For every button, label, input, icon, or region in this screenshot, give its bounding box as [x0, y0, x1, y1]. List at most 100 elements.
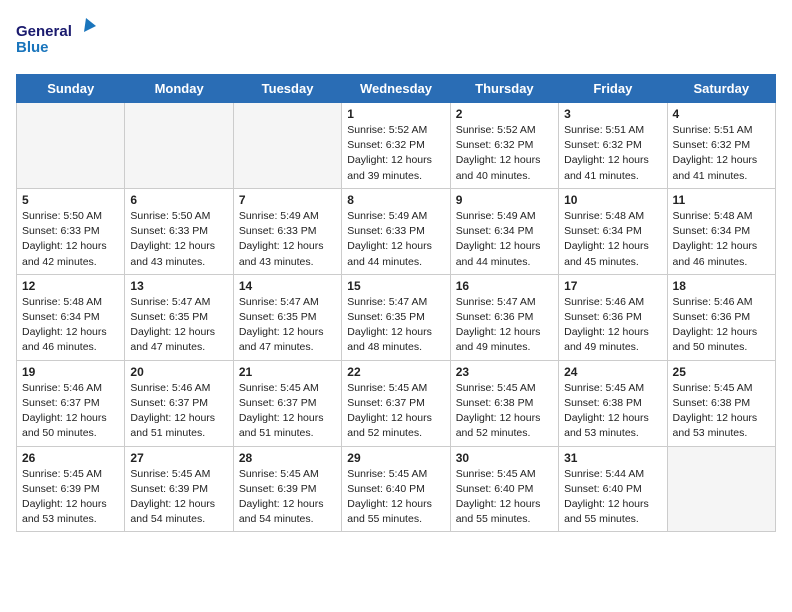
- calendar-cell: 20Sunrise: 5:46 AM Sunset: 6:37 PM Dayli…: [125, 360, 233, 446]
- day-header-monday: Monday: [125, 75, 233, 103]
- day-number: 22: [347, 365, 444, 379]
- calendar-cell: [233, 103, 341, 189]
- calendar-cell: [125, 103, 233, 189]
- day-number: 24: [564, 365, 661, 379]
- day-number: 30: [456, 451, 553, 465]
- calendar-cell: 1 Sunrise: 5:52 AM Sunset: 6:32 PM Daylig…: [342, 103, 450, 189]
- day-number: 14: [239, 279, 336, 293]
- day-number: 1: [347, 107, 444, 121]
- day-number: 6: [130, 193, 227, 207]
- calendar-cell: 11 Sunrise: 5:48 AM Sunset: 6:34 PM Dayli…: [667, 188, 775, 274]
- calendar-cell: 24 Sunrise: 5:45 AM Sunset: 6:38 PM Dayli…: [559, 360, 667, 446]
- day-info: Sunrise: 5:47 AM Sunset: 6:35 PM Dayligh…: [347, 295, 444, 356]
- day-number: 8: [347, 193, 444, 207]
- calendar-cell: 31Sunrise: 5:44 AM Sunset: 6:40 PM Dayli…: [559, 446, 667, 532]
- day-header-wednesday: Wednesday: [342, 75, 450, 103]
- calendar-cell: 22 Sunrise: 5:45 AM Sunset: 6:37 PM Dayli…: [342, 360, 450, 446]
- day-info: Sunrise: 5:48 AM Sunset: 6:34 PM Dayligh…: [564, 209, 661, 270]
- calendar-cell: [667, 446, 775, 532]
- day-info: Sunrise: 5:52 AM Sunset: 6:32 PM Dayligh…: [347, 123, 444, 184]
- day-info: Sunrise: 5:45 AM Sunset: 6:37 PM Dayligh…: [239, 381, 336, 442]
- calendar-cell: 21 Sunrise: 5:45 AM Sunset: 6:37 PM Dayli…: [233, 360, 341, 446]
- calendar-week-row: 12Sunrise: 5:48 AM Sunset: 6:34 PM Dayli…: [17, 274, 776, 360]
- calendar-cell: 9 Sunrise: 5:49 AM Sunset: 6:34 PM Daylig…: [450, 188, 558, 274]
- day-number: 18: [673, 279, 770, 293]
- calendar-cell: 23 Sunrise: 5:45 AM Sunset: 6:38 PM Dayli…: [450, 360, 558, 446]
- day-info: Sunrise: 5:45 AM Sunset: 6:40 PM Dayligh…: [347, 467, 444, 528]
- day-info: Sunrise: 5:45 AM Sunset: 6:39 PM Dayligh…: [239, 467, 336, 528]
- day-number: 26: [22, 451, 119, 465]
- day-header-sunday: Sunday: [17, 75, 125, 103]
- day-number: 17: [564, 279, 661, 293]
- day-info: Sunrise: 5:45 AM Sunset: 6:40 PM Dayligh…: [456, 467, 553, 528]
- calendar-cell: 19 Sunrise: 5:46 AM Sunset: 6:37 PM Dayli…: [17, 360, 125, 446]
- logo: General Blue: [16, 16, 96, 64]
- calendar-cell: 30 Sunrise: 5:45 AM Sunset: 6:40 PM Dayli…: [450, 446, 558, 532]
- day-number: 19: [22, 365, 119, 379]
- calendar-cell: 29 Sunrise: 5:45 AM Sunset: 6:40 PM Dayli…: [342, 446, 450, 532]
- calendar-cell: 2Sunrise: 5:52 AM Sunset: 6:32 PM Daylig…: [450, 103, 558, 189]
- day-number: 16: [456, 279, 553, 293]
- logo-svg: General Blue: [16, 16, 96, 64]
- calendar-cell: 3 Sunrise: 5:51 AM Sunset: 6:32 PM Daylig…: [559, 103, 667, 189]
- calendar-cell: [17, 103, 125, 189]
- calendar-cell: 17 Sunrise: 5:46 AM Sunset: 6:36 PM Dayli…: [559, 274, 667, 360]
- day-number: 13: [130, 279, 227, 293]
- day-info: Sunrise: 5:45 AM Sunset: 6:37 PM Dayligh…: [347, 381, 444, 442]
- day-number: 9: [456, 193, 553, 207]
- calendar-cell: 5 Sunrise: 5:50 AM Sunset: 6:33 PM Daylig…: [17, 188, 125, 274]
- day-info: Sunrise: 5:45 AM Sunset: 6:38 PM Dayligh…: [673, 381, 770, 442]
- day-number: 29: [347, 451, 444, 465]
- day-info: Sunrise: 5:49 AM Sunset: 6:33 PM Dayligh…: [239, 209, 336, 270]
- day-info: Sunrise: 5:47 AM Sunset: 6:36 PM Dayligh…: [456, 295, 553, 356]
- day-info: Sunrise: 5:49 AM Sunset: 6:33 PM Dayligh…: [347, 209, 444, 270]
- calendar-week-row: 5 Sunrise: 5:50 AM Sunset: 6:33 PM Daylig…: [17, 188, 776, 274]
- day-number: 28: [239, 451, 336, 465]
- day-number: 27: [130, 451, 227, 465]
- calendar-cell: 18 Sunrise: 5:46 AM Sunset: 6:36 PM Dayli…: [667, 274, 775, 360]
- calendar-cell: 7 Sunrise: 5:49 AM Sunset: 6:33 PM Daylig…: [233, 188, 341, 274]
- day-info: Sunrise: 5:46 AM Sunset: 6:36 PM Dayligh…: [673, 295, 770, 356]
- calendar-cell: 16 Sunrise: 5:47 AM Sunset: 6:36 PM Dayli…: [450, 274, 558, 360]
- day-info: Sunrise: 5:45 AM Sunset: 6:38 PM Dayligh…: [564, 381, 661, 442]
- calendar-cell: 13 Sunrise: 5:47 AM Sunset: 6:35 PM Dayli…: [125, 274, 233, 360]
- calendar-table: SundayMondayTuesdayWednesdayThursdayFrid…: [16, 74, 776, 532]
- calendar-cell: 8 Sunrise: 5:49 AM Sunset: 6:33 PM Daylig…: [342, 188, 450, 274]
- calendar-week-row: 26 Sunrise: 5:45 AM Sunset: 6:39 PM Dayli…: [17, 446, 776, 532]
- day-info: Sunrise: 5:46 AM Sunset: 6:37 PM Dayligh…: [130, 381, 227, 442]
- calendar-week-row: 19 Sunrise: 5:46 AM Sunset: 6:37 PM Dayli…: [17, 360, 776, 446]
- day-number: 15: [347, 279, 444, 293]
- svg-text:General: General: [16, 23, 72, 40]
- day-number: 3: [564, 107, 661, 121]
- day-header-saturday: Saturday: [667, 75, 775, 103]
- calendar-header-row: SundayMondayTuesdayWednesdayThursdayFrid…: [17, 75, 776, 103]
- day-number: 23: [456, 365, 553, 379]
- day-info: Sunrise: 5:49 AM Sunset: 6:34 PM Dayligh…: [456, 209, 553, 270]
- day-info: Sunrise: 5:48 AM Sunset: 6:34 PM Dayligh…: [673, 209, 770, 270]
- day-number: 7: [239, 193, 336, 207]
- day-info: Sunrise: 5:51 AM Sunset: 6:32 PM Dayligh…: [564, 123, 661, 184]
- day-info: Sunrise: 5:50 AM Sunset: 6:33 PM Dayligh…: [22, 209, 119, 270]
- day-header-friday: Friday: [559, 75, 667, 103]
- day-info: Sunrise: 5:45 AM Sunset: 6:38 PM Dayligh…: [456, 381, 553, 442]
- day-header-thursday: Thursday: [450, 75, 558, 103]
- day-number: 4: [673, 107, 770, 121]
- calendar-cell: 6Sunrise: 5:50 AM Sunset: 6:33 PM Daylig…: [125, 188, 233, 274]
- day-number: 5: [22, 193, 119, 207]
- calendar-cell: 25Sunrise: 5:45 AM Sunset: 6:38 PM Dayli…: [667, 360, 775, 446]
- calendar-cell: 10 Sunrise: 5:48 AM Sunset: 6:34 PM Dayli…: [559, 188, 667, 274]
- day-number: 21: [239, 365, 336, 379]
- day-info: Sunrise: 5:45 AM Sunset: 6:39 PM Dayligh…: [130, 467, 227, 528]
- calendar-cell: 28 Sunrise: 5:45 AM Sunset: 6:39 PM Dayli…: [233, 446, 341, 532]
- calendar-week-row: 1 Sunrise: 5:52 AM Sunset: 6:32 PM Daylig…: [17, 103, 776, 189]
- day-info: Sunrise: 5:46 AM Sunset: 6:36 PM Dayligh…: [564, 295, 661, 356]
- day-header-tuesday: Tuesday: [233, 75, 341, 103]
- day-number: 11: [673, 193, 770, 207]
- day-info: Sunrise: 5:47 AM Sunset: 6:35 PM Dayligh…: [130, 295, 227, 356]
- calendar-cell: 26Sunrise: 5:45 AM Sunset: 6:39 PM Dayli…: [17, 446, 125, 532]
- calendar-cell: 12Sunrise: 5:48 AM Sunset: 6:34 PM Dayli…: [17, 274, 125, 360]
- page-header: General Blue: [16, 16, 776, 64]
- calendar-cell: 4Sunrise: 5:51 AM Sunset: 6:32 PM Daylig…: [667, 103, 775, 189]
- day-number: 10: [564, 193, 661, 207]
- day-info: Sunrise: 5:46 AM Sunset: 6:37 PM Dayligh…: [22, 381, 119, 442]
